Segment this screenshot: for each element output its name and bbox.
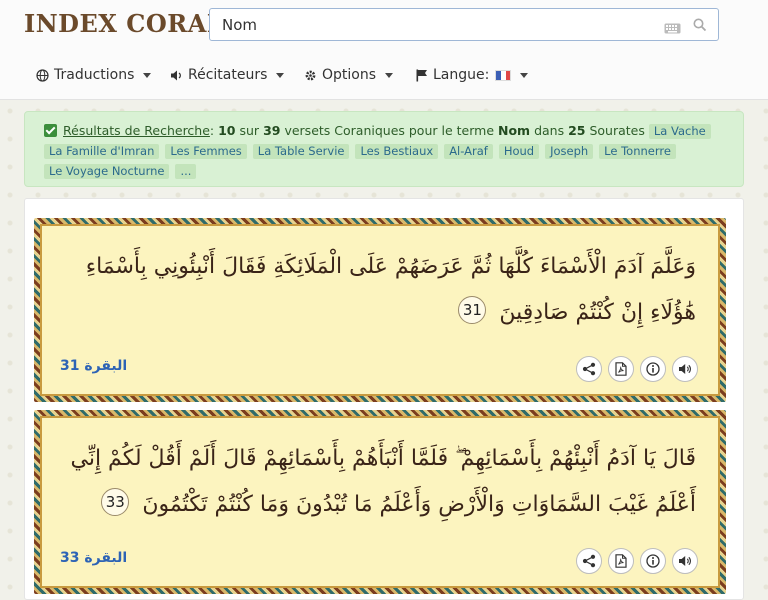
- verse-number: 31: [458, 296, 487, 324]
- flag-icon: [416, 69, 427, 81]
- audio-icon: [679, 556, 691, 566]
- nav-reciters[interactable]: Récitateurs: [170, 62, 285, 88]
- results-text-sur: sur: [239, 123, 260, 138]
- info-icon: [646, 554, 660, 568]
- check-icon: [44, 124, 57, 137]
- verse-card-inner: قَالَ يَا آدَمُ أَنْبِئْهُمْ بِأَسْمَائِ…: [40, 416, 720, 588]
- sourate-chip[interactable]: Le Voyage Nocturne: [44, 164, 170, 179]
- share-icon: [582, 554, 596, 568]
- main-nav: Traductions Récitateurs Options Langue:: [0, 62, 768, 88]
- results-sourates-count: 25: [568, 123, 586, 138]
- more-sourates-chip[interactable]: ...: [175, 164, 197, 179]
- sourate-chip[interactable]: Houd: [498, 144, 540, 159]
- share-button[interactable]: [576, 548, 602, 574]
- sourate-chip[interactable]: Le Tonnerre: [599, 144, 676, 159]
- nav-reciters-label: Récitateurs: [188, 67, 268, 83]
- logo[interactable]: INDEX CORAN: [24, 9, 229, 38]
- verse-actions: [576, 356, 698, 382]
- results-link[interactable]: Résultats de Recherche: [63, 123, 210, 138]
- verse-reference[interactable]: البقرة 33: [60, 550, 127, 566]
- results-total: 39: [263, 123, 281, 138]
- nav-language-label: Langue:: [433, 67, 490, 83]
- audio-icon: [679, 364, 691, 374]
- results-term: Nom: [498, 123, 531, 138]
- results-text-dans: dans: [534, 123, 565, 138]
- info-button[interactable]: [640, 356, 666, 382]
- share-icon: [582, 362, 596, 376]
- results-text-versets: versets Coraniques pour le terme: [284, 123, 495, 138]
- info-icon: [646, 362, 660, 376]
- nav-options[interactable]: Options: [304, 62, 394, 88]
- pdf-button[interactable]: [608, 356, 634, 382]
- info-button[interactable]: [640, 548, 666, 574]
- search-icon[interactable]: [693, 17, 707, 36]
- verse-text-container: قَالَ يَا آدَمُ أَنْبِئْهُمْ بِأَسْمَائِ…: [64, 436, 696, 528]
- volume-icon: [171, 70, 181, 80]
- chevron-down-icon: [520, 72, 529, 78]
- verse-card-inner: وَعَلَّمَ آدَمَ الْأَسْمَاءَ كُلَّهَا ثُ…: [40, 224, 720, 396]
- results-summary: : 10 sur 39 versets Coraniques pour le t…: [209, 123, 645, 138]
- chevron-down-icon: [143, 72, 152, 78]
- sourate-chip[interactable]: La Vache: [648, 124, 711, 139]
- verse-reference[interactable]: البقرة 31: [60, 358, 127, 374]
- sourate-chip[interactable]: Les Bestiaux: [355, 144, 439, 159]
- verses-panel: وَعَلَّمَ آدَمَ الْأَسْمَاءَ كُلَّهَا ثُ…: [24, 198, 744, 600]
- header: INDEX CORAN Traductions Récitateurs Opti…: [0, 0, 768, 100]
- sourate-chip[interactable]: La Table Servie: [252, 144, 350, 159]
- nav-translations-label: Traductions: [54, 67, 135, 83]
- audio-button[interactable]: [672, 356, 698, 382]
- logo-main: INDEX: [24, 9, 118, 38]
- audio-button[interactable]: [672, 548, 698, 574]
- pdf-button[interactable]: [608, 548, 634, 574]
- sourate-chip[interactable]: Al-Araf: [444, 144, 493, 159]
- results-count: 10: [218, 123, 236, 138]
- sourate-chip[interactable]: Les Femmes: [165, 144, 247, 159]
- nav-translations[interactable]: Traductions: [36, 62, 152, 88]
- results-text-sourates: Sourates: [589, 123, 645, 138]
- nav-language[interactable]: Langue:: [416, 62, 529, 88]
- verse-card: قَالَ يَا آدَمُ أَنْبِئْهُمْ بِأَسْمَائِ…: [34, 410, 726, 594]
- verse-number: 33: [101, 488, 130, 516]
- pdf-icon: [615, 554, 627, 568]
- verse-text: وَعَلَّمَ آدَمَ الْأَسْمَاءَ كُلَّهَا ثُ…: [85, 254, 696, 325]
- pdf-icon: [615, 362, 627, 376]
- search-results-alert: Résultats de Recherche: 10 sur 39 verset…: [24, 111, 744, 187]
- search-box: [209, 8, 719, 41]
- globe-icon: [36, 68, 49, 82]
- chevron-down-icon: [276, 72, 285, 78]
- search-input[interactable]: [210, 9, 650, 40]
- verse-text-container: وَعَلَّمَ آدَمَ الْأَسْمَاءَ كُلَّهَا ثُ…: [64, 244, 696, 336]
- verse-text: قَالَ يَا آدَمُ أَنْبِئْهُمْ بِأَسْمَائِ…: [70, 446, 696, 517]
- france-flag-icon: [495, 69, 512, 81]
- verse-card: وَعَلَّمَ آدَمَ الْأَسْمَاءَ كُلَّهَا ثُ…: [34, 218, 726, 402]
- chevron-down-icon: [385, 72, 394, 78]
- sourate-chip[interactable]: Joseph: [545, 144, 594, 159]
- sourate-chip[interactable]: La Famille d'Imran: [44, 144, 160, 159]
- nav-options-label: Options: [322, 67, 377, 83]
- gear-icon: [305, 70, 316, 80]
- verse-actions: [576, 548, 698, 574]
- share-button[interactable]: [576, 356, 602, 382]
- keyboard-icon[interactable]: [664, 19, 681, 38]
